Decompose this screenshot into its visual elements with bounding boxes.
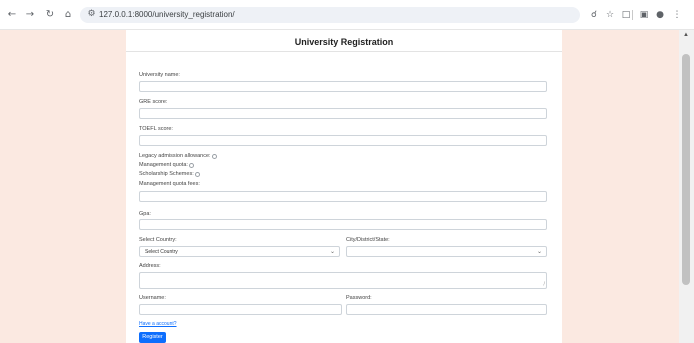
- page-title: University Registration: [294, 37, 394, 47]
- address-label: Address:: [139, 263, 161, 269]
- address-textarea[interactable]: ∕: [139, 272, 547, 289]
- management-quota-fees-input[interactable]: [139, 191, 547, 202]
- address-bar[interactable]: ⚙ 127.0.0.1:8000/university_registration…: [80, 7, 580, 23]
- management-quota-label: Management quota:: [139, 162, 188, 168]
- extensions-icon[interactable]: □: [620, 9, 632, 21]
- menu-icon[interactable]: ⋮: [671, 9, 683, 21]
- city-district-state-label: City/District/State:: [346, 237, 390, 243]
- legacy-admission-row: Legacy admission allowance:: [139, 153, 217, 160]
- chevron-down-icon: ⌄: [329, 248, 335, 255]
- chevron-down-icon: ⌄: [536, 248, 542, 255]
- select-country-label: Select Country:: [139, 237, 177, 243]
- scholarship-schemes-row: Scholarship Schemes:: [139, 171, 200, 178]
- sidebar-icon[interactable]: ▣: [638, 9, 650, 21]
- toolbar-divider: [632, 10, 633, 20]
- legacy-admission-label: Legacy admission allowance:: [139, 153, 211, 159]
- password-label: Password:: [346, 295, 372, 301]
- registration-card: University Registration University name:…: [126, 30, 562, 343]
- profile-icon[interactable]: ●: [654, 9, 666, 21]
- password-input[interactable]: [346, 304, 547, 315]
- scroll-up-icon[interactable]: ▲: [683, 32, 689, 38]
- star-icon[interactable]: ☆: [604, 9, 616, 21]
- register-button[interactable]: Register: [139, 332, 166, 343]
- reload-icon[interactable]: ↻: [44, 9, 56, 21]
- scholarship-schemes-label: Scholarship Schemes:: [139, 171, 194, 177]
- scholarship-schemes-checkbox[interactable]: [194, 172, 200, 177]
- gpa-input[interactable]: [139, 219, 547, 230]
- card-header: University Registration: [126, 30, 562, 52]
- legacy-admission-checkbox[interactable]: [211, 154, 217, 159]
- management-quota-row: Management quota:: [139, 162, 194, 169]
- gre-score-label: GRE score:: [139, 99, 168, 105]
- url-text: 127.0.0.1:8000/university_registration/: [99, 10, 235, 19]
- username-input[interactable]: [139, 304, 342, 315]
- site-info-icon[interactable]: ⚙: [86, 9, 97, 20]
- university-name-input[interactable]: [139, 81, 547, 92]
- zoom-icon[interactable]: ☌: [588, 9, 600, 21]
- management-quota-fees-label: Management quota fees:: [139, 181, 200, 187]
- gpa-label: Gpa:: [139, 211, 151, 217]
- university-name-label: University name:: [139, 72, 180, 78]
- back-arrow-icon[interactable]: ←: [6, 9, 18, 21]
- gre-score-input[interactable]: [139, 108, 547, 119]
- management-quota-checkbox[interactable]: [188, 163, 194, 168]
- toefl-score-input[interactable]: [139, 135, 547, 146]
- country-select[interactable]: Select Country ⌄: [139, 246, 340, 257]
- forward-arrow-icon[interactable]: →: [24, 9, 36, 21]
- country-select-value: Select Country: [145, 248, 178, 255]
- home-icon[interactable]: ⌂: [62, 9, 74, 21]
- resize-grip-icon[interactable]: ∕: [543, 282, 545, 287]
- city-select[interactable]: ⌄: [346, 246, 547, 257]
- toefl-score-label: TOEFL score:: [139, 126, 173, 132]
- browser-toolbar: ← → ↻ ⌂ ⚙ 127.0.0.1:8000/university_regi…: [0, 0, 694, 30]
- scroll-thumb[interactable]: [682, 54, 690, 285]
- have-account-link[interactable]: Have a account?: [139, 321, 177, 328]
- username-label: Username:: [139, 295, 166, 301]
- scrollbar[interactable]: ▲: [679, 30, 694, 343]
